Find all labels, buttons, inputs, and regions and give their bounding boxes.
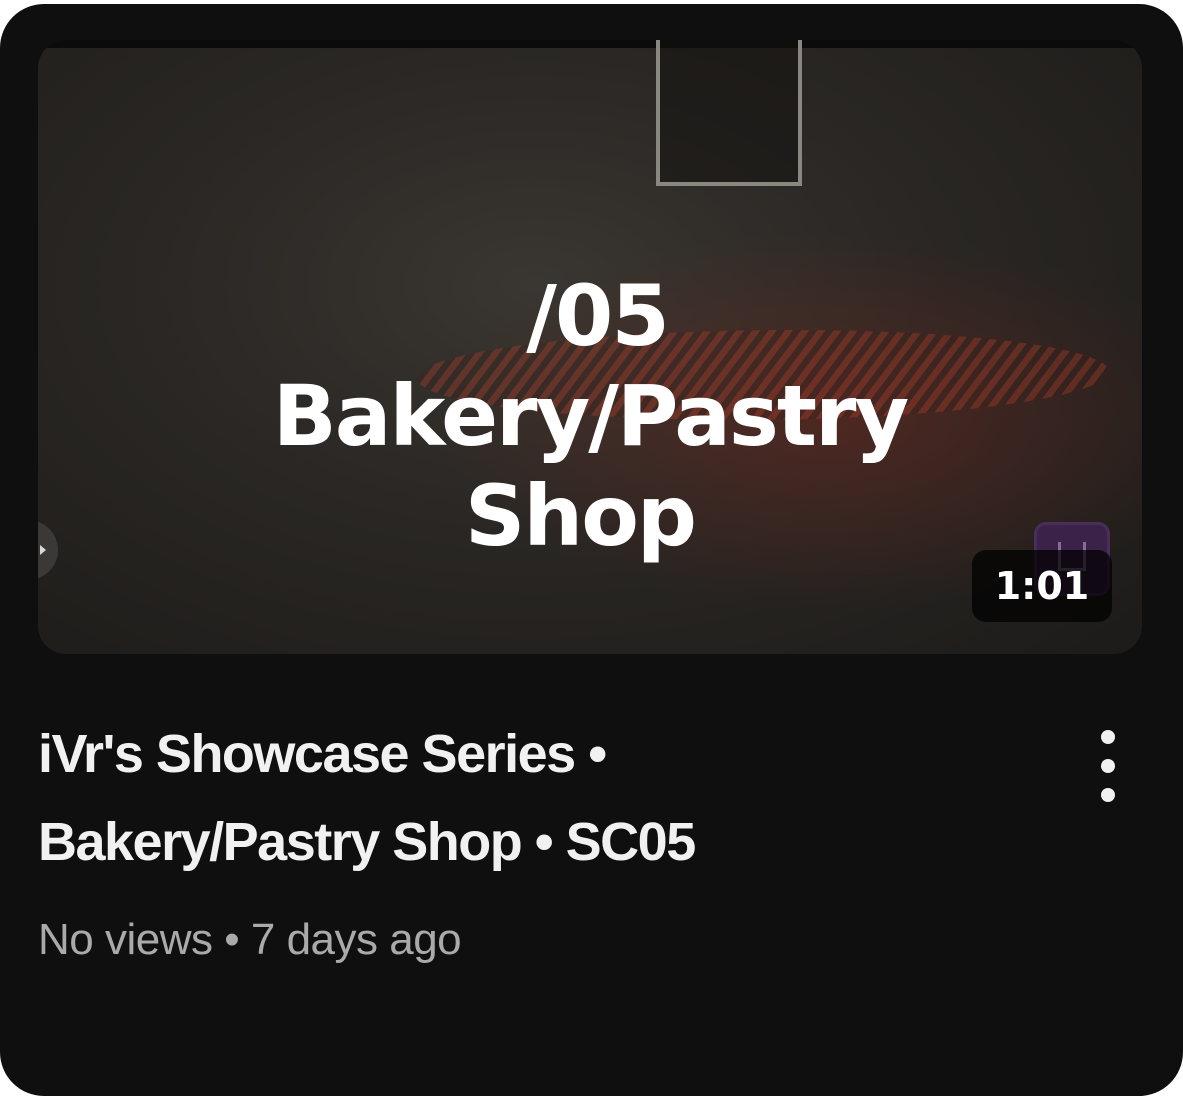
thumbnail-overlay-line: /05 (526, 267, 670, 365)
menu-dot (1101, 788, 1115, 802)
more-vert-icon[interactable] (1082, 724, 1134, 808)
wall-frame-graphic (656, 40, 802, 186)
upload-age: 7 days ago (250, 915, 462, 964)
view-count: No views (38, 915, 213, 964)
video-metadata: No views • 7 days ago (38, 910, 1038, 970)
video-title-line: Bakery/Pastry Shop • SC05 (38, 812, 696, 872)
thumbnail-top-edge (38, 40, 1142, 48)
thumbnail-overlay-title: /05 Bakery/Pastry Shop (38, 266, 1142, 566)
duration-badge: 1:01 (972, 550, 1112, 622)
thumbnail-overlay-line: Shop (464, 467, 697, 565)
video-card[interactable]: /05 Bakery/Pastry Shop 1:01 iVr's Showca… (0, 4, 1183, 1096)
menu-dot (1101, 759, 1115, 773)
video-details: iVr's Showcase Series • Bakery/Pastry Sh… (38, 710, 1038, 970)
video-thumbnail[interactable]: /05 Bakery/Pastry Shop 1:01 (38, 40, 1142, 654)
video-title[interactable]: iVr's Showcase Series • Bakery/Pastry Sh… (38, 710, 1038, 886)
thumbnail-overlay-line: Bakery/Pastry (272, 367, 909, 465)
metadata-separator: • (224, 915, 240, 964)
video-title-line: iVr's Showcase Series • (38, 724, 607, 784)
menu-dot (1101, 730, 1115, 744)
